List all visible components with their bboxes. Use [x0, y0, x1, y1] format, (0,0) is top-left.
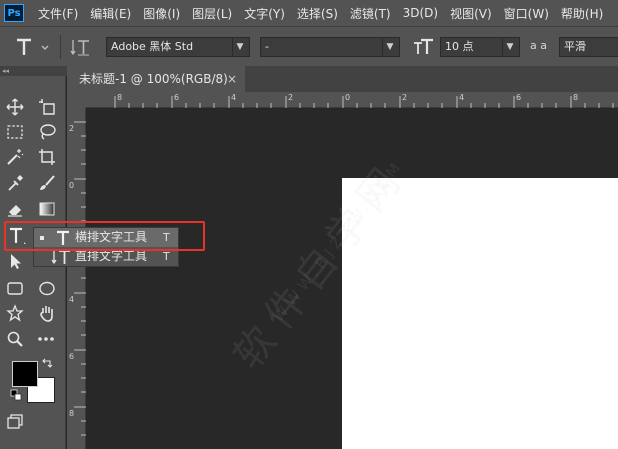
artboard-tool-icon[interactable]	[36, 96, 58, 118]
ruler-label: 2	[288, 93, 294, 102]
font-style-value: -	[265, 40, 269, 53]
menu-layer[interactable]: 图层(L)	[192, 5, 232, 22]
font-family-value: Adobe 黑体 Std	[111, 40, 194, 53]
toggle-orientation-icon[interactable]	[70, 36, 92, 61]
font-style-select[interactable]: - ▼	[260, 37, 400, 57]
default-colors-icon[interactable]	[9, 388, 23, 402]
font-family-select[interactable]: Adobe 黑体 Std ▼	[106, 37, 250, 57]
panel-collapse-icon[interactable]: ◂◂	[0, 66, 68, 76]
photoshop-logo: Ps	[4, 4, 24, 22]
magic-wand-tool-icon[interactable]	[4, 146, 26, 168]
hand-tool-icon[interactable]	[36, 302, 58, 324]
ruler-label: 0	[345, 93, 351, 102]
ruler-label: 0	[69, 181, 75, 190]
chevron-down-icon: ▼	[382, 38, 397, 56]
menu-filter[interactable]: 滤镜(T)	[350, 5, 391, 22]
menu-image[interactable]: 图像(I)	[143, 5, 180, 22]
menu-help[interactable]: 帮助(H)	[561, 5, 603, 22]
menu-view[interactable]: 视图(V)	[450, 5, 492, 22]
custom-shape-tool-icon[interactable]	[4, 302, 26, 324]
chevron-down-icon: ▼	[502, 38, 517, 56]
menu-3d[interactable]: 3D(D)	[403, 6, 438, 20]
antialias-value: 平滑	[564, 40, 586, 53]
document-tab[interactable]: 未标题-1 @ 100%(RGB/8)	[67, 66, 245, 92]
ruler-label: 6	[69, 352, 75, 361]
ruler-label: 6	[174, 93, 180, 102]
options-bar: Adobe 黑体 Std ▼ - ▼ 10 点 ▼ a a 平滑	[0, 26, 618, 66]
menu-type[interactable]: 文字(Y)	[244, 5, 285, 22]
vertical-ruler[interactable]: 2 0 2 4 6 8	[67, 108, 86, 449]
separator	[60, 35, 61, 59]
document-tab-bar: 未标题-1 @ 100%(RGB/8) ×	[67, 66, 618, 92]
horizontal-ruler-ticks	[114, 96, 614, 108]
antialias-select[interactable]: 平滑	[559, 37, 618, 57]
ruler-label: 2	[402, 93, 408, 102]
crop-tool-icon[interactable]	[36, 146, 58, 168]
menu-bar: Ps 文件(F) 编辑(E) 图像(I) 图层(L) 文字(Y) 选择(S) 滤…	[0, 0, 618, 26]
vertical-type-icon	[51, 248, 73, 271]
ellipse-tool-icon[interactable]	[36, 277, 58, 299]
swap-colors-icon[interactable]	[40, 356, 54, 370]
screen-mode-icon[interactable]	[4, 411, 26, 433]
ruler-label: 8	[117, 93, 123, 102]
vertical-ruler-ticks	[74, 121, 86, 436]
menu-select[interactable]: 选择(S)	[297, 5, 338, 22]
gradient-tool-icon[interactable]	[36, 198, 58, 220]
menu-window[interactable]: 窗口(W)	[504, 5, 549, 22]
ruler-label: 2	[69, 124, 75, 133]
zoom-tool-icon[interactable]	[4, 328, 26, 350]
lasso-tool-icon[interactable]	[36, 121, 58, 143]
annotation-highlight-box	[4, 221, 205, 251]
brush-tool-icon[interactable]	[36, 172, 58, 194]
type-tool-preset-icon[interactable]	[14, 36, 52, 61]
marquee-tool-icon[interactable]	[4, 121, 26, 143]
ruler-label: 6	[516, 93, 522, 102]
menu-file[interactable]: 文件(F)	[38, 5, 78, 22]
ruler-label: 8	[573, 93, 579, 102]
rectangle-tool-icon[interactable]	[4, 277, 26, 299]
foreground-color-swatch[interactable]	[12, 361, 38, 387]
document-tab-title: 未标题-1 @ 100%(RGB/8)	[79, 72, 228, 86]
ruler-label: 4	[459, 93, 465, 102]
chevron-down-icon: ▼	[232, 38, 247, 56]
more-tools-icon[interactable]	[36, 328, 58, 350]
menu-edit[interactable]: 编辑(E)	[90, 5, 131, 22]
ruler-label: 8	[69, 409, 75, 418]
font-size-icon	[412, 36, 436, 61]
ruler-label: 4	[69, 295, 75, 304]
eraser-tool-icon[interactable]	[4, 198, 26, 220]
ruler-label: 4	[231, 93, 237, 102]
font-size-value: 10 点	[445, 40, 474, 53]
move-tool-icon[interactable]	[4, 96, 26, 118]
horizontal-ruler[interactable]: 8 6 4 2 0 2 4 6 8	[86, 92, 618, 108]
close-icon[interactable]: ×	[227, 66, 237, 92]
ruler-origin[interactable]	[67, 92, 86, 108]
font-size-select[interactable]: 10 点 ▼	[440, 37, 520, 57]
antialias-icon: a a	[530, 39, 547, 52]
eyedropper-tool-icon[interactable]	[4, 172, 26, 194]
path-selection-tool-icon[interactable]	[4, 250, 26, 272]
